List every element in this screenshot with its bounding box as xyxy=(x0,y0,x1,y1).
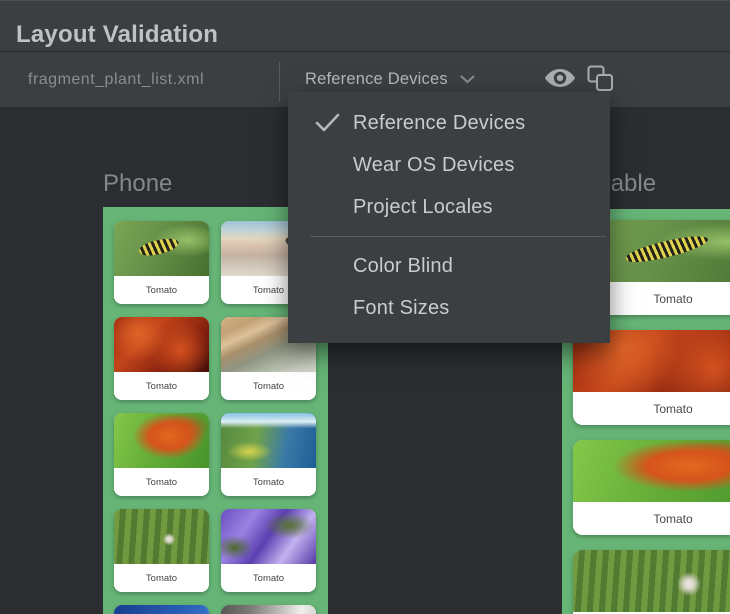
plant-card: Tomato xyxy=(114,413,209,496)
plant-card-label: Tomato xyxy=(221,564,316,592)
plant-card: Tomato xyxy=(114,317,209,400)
plant-card-label: Tomato xyxy=(573,392,730,425)
menu-separator xyxy=(310,236,606,237)
plant-card: Tomato xyxy=(114,509,209,592)
copy-icon xyxy=(587,64,615,95)
menu-item-color-blind[interactable]: Color Blind xyxy=(288,245,610,287)
menu-item-font-sizes[interactable]: Font Sizes xyxy=(288,287,610,329)
chevron-down-icon xyxy=(460,72,475,87)
farm-aerial-photo xyxy=(114,509,209,564)
farm-aerial-photo xyxy=(573,550,730,612)
file-tab[interactable]: fragment_plant_list.xml xyxy=(22,52,210,107)
menu-item-label: Reference Devices xyxy=(353,112,525,135)
file-tab-label: fragment_plant_list.xml xyxy=(28,71,204,89)
visibility-icon xyxy=(543,66,577,93)
caterpillar-photo xyxy=(114,221,209,276)
plant-card-label: Tomato xyxy=(573,502,730,535)
menu-item-label: Project Locales xyxy=(353,196,493,219)
plant-card-label: Tomato xyxy=(114,564,209,592)
menu-item-reference-devices[interactable]: Reference Devices xyxy=(288,102,610,144)
blue-sky-photo xyxy=(114,605,209,614)
maple-leaf-photo xyxy=(573,440,730,502)
menu-item-label: Wear OS Devices xyxy=(353,154,515,177)
menu-item-project-locales[interactable]: Project Locales xyxy=(288,186,610,228)
plant-card-label: Tomato xyxy=(114,372,209,400)
mode-dropdown-menu: Reference Devices Wear OS Devices Project … xyxy=(288,92,610,343)
plant-card: Tomato xyxy=(221,413,316,496)
plant-card: Tomato xyxy=(114,605,209,614)
plant-card-label: Tomato xyxy=(221,468,316,496)
purple-river-photo xyxy=(221,509,316,564)
plant-card: Tomato xyxy=(573,550,730,614)
plant-card: Tomato xyxy=(221,509,316,592)
plant-card: Tomato xyxy=(573,330,730,425)
preview-heading-phone: Phone xyxy=(103,172,172,196)
plant-card: Tomato xyxy=(221,605,316,614)
mode-selector-label: Reference Devices xyxy=(305,70,448,89)
toolbar-divider xyxy=(279,62,280,102)
plant-card-label: Tomato xyxy=(221,372,316,400)
tool-window-title: Layout Validation xyxy=(16,22,218,48)
plant-card: Tomato xyxy=(573,440,730,535)
menu-item-label: Font Sizes xyxy=(353,297,449,320)
plant-card-label: Tomato xyxy=(114,276,209,304)
menu-item-wear-os-devices[interactable]: Wear OS Devices xyxy=(288,144,610,186)
plant-card-label: Tomato xyxy=(114,468,209,496)
checkmark-icon xyxy=(315,113,353,133)
gray-mountain-photo xyxy=(221,605,316,614)
maple-leaf-photo xyxy=(114,413,209,468)
coast-aerial-photo xyxy=(221,413,316,468)
tool-window-titlebar: Layout Validation xyxy=(0,0,730,52)
maple-dense-photo xyxy=(114,317,209,372)
menu-item-label: Color Blind xyxy=(353,255,453,278)
plant-card: Tomato xyxy=(114,221,209,304)
layout-validation-window: Layout Validation fragment_plant_list.xm… xyxy=(0,0,730,614)
